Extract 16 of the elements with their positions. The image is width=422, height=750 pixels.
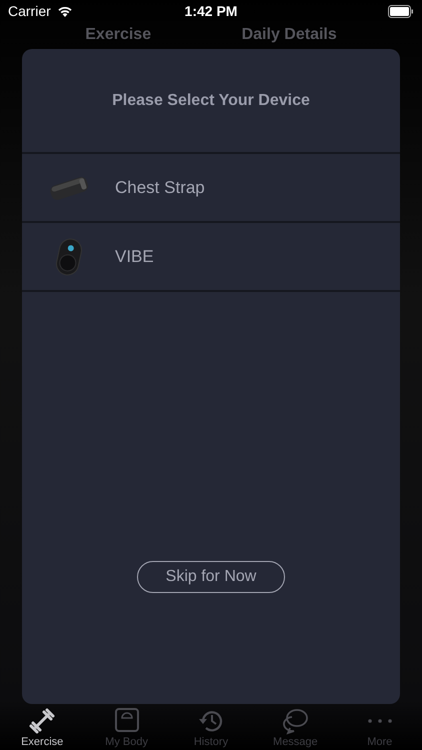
- chat-icon: [280, 706, 310, 736]
- dumbbell-icon: [27, 706, 58, 736]
- dialog-title: Please Select Your Device: [22, 49, 400, 154]
- tab-bar-item[interactable]: History: [176, 706, 246, 748]
- tab-bar-item[interactable]: More: [344, 706, 415, 748]
- more-icon: [368, 719, 392, 723]
- wifi-icon: [56, 5, 73, 17]
- device-row[interactable]: Chest Strap: [22, 154, 400, 223]
- carrier-name: Carrier: [8, 3, 51, 19]
- battery-icon: [388, 4, 414, 18]
- clock-time: 1:42 PM: [184, 3, 238, 19]
- device-row[interactable]: VIBE: [22, 223, 400, 292]
- tab-bar-item[interactable]: Message: [260, 706, 330, 748]
- tab-bar-item[interactable]: Exercise: [7, 706, 78, 748]
- skip-button[interactable]: Skip for Now: [137, 561, 285, 593]
- tab-bar-item[interactable]: My Body: [92, 706, 162, 748]
